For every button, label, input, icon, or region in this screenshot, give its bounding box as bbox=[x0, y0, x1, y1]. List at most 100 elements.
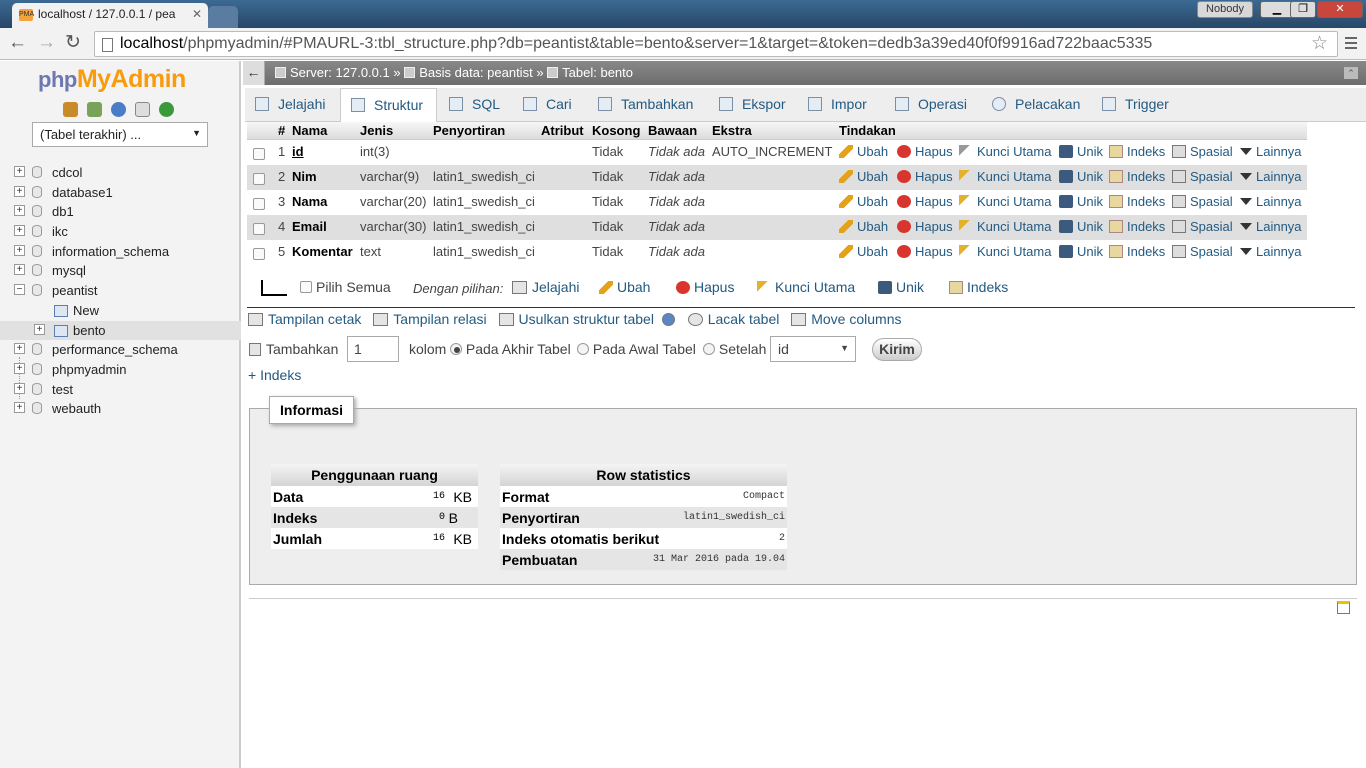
tab-import[interactable]: Impor bbox=[808, 88, 867, 122]
row-primary-button[interactable]: Kunci Utama bbox=[959, 194, 1051, 209]
after-option[interactable]: Setelah bbox=[703, 341, 766, 357]
row-more-button[interactable]: Lainnya bbox=[1240, 244, 1302, 259]
row-index-button[interactable]: Indeks bbox=[1109, 144, 1165, 159]
expand-icon[interactable]: + bbox=[34, 323, 45, 335]
column-name[interactable]: Email bbox=[292, 219, 327, 234]
tab-triggers[interactable]: Trigger bbox=[1102, 88, 1169, 122]
tab-operations[interactable]: Operasi bbox=[895, 88, 967, 122]
db-item-performance-schema[interactable]: + performance_schema bbox=[14, 340, 241, 360]
check-all-checkbox[interactable] bbox=[300, 281, 312, 293]
row-index-button[interactable]: Indeks bbox=[1109, 219, 1165, 234]
row-primary-button[interactable]: Kunci Utama bbox=[959, 169, 1051, 184]
row-primary-button[interactable]: Kunci Utama bbox=[959, 219, 1051, 234]
db-label[interactable]: mysql bbox=[52, 263, 86, 278]
row-index-button[interactable]: Indeks bbox=[1109, 169, 1165, 184]
db-label[interactable]: ikc bbox=[52, 224, 68, 239]
row-edit-button[interactable]: Ubah bbox=[839, 244, 888, 259]
db-label[interactable]: webauth bbox=[52, 401, 101, 416]
row-unique-button[interactable]: Unik bbox=[1059, 244, 1103, 259]
db-item-phpmyadmin[interactable]: + phpmyadmin bbox=[14, 360, 241, 380]
bookmark-star-icon[interactable]: ☆ bbox=[1311, 32, 1328, 55]
db-item-ikc[interactable]: + ikc bbox=[14, 222, 241, 242]
submit-button[interactable]: Kirim bbox=[872, 338, 922, 361]
address-bar[interactable]: localhost/phpmyadmin/#PMAURL-3:tbl_struc… bbox=[94, 31, 1338, 57]
table-item-bento[interactable]: + bento bbox=[0, 320, 241, 341]
breadcrumb-database[interactable]: Basis data: peantist bbox=[419, 65, 532, 80]
row-more-button[interactable]: Lainnya bbox=[1240, 194, 1302, 209]
db-label[interactable]: peantist bbox=[52, 283, 98, 298]
tab-browse[interactable]: Jelajahi bbox=[255, 88, 325, 122]
row-unique-button[interactable]: Unik bbox=[1059, 169, 1103, 184]
db-label[interactable]: database1 bbox=[52, 185, 113, 200]
db-label[interactable]: information_schema bbox=[52, 244, 169, 259]
row-primary-button[interactable]: Kunci Utama bbox=[959, 244, 1051, 259]
expand-icon[interactable]: + bbox=[14, 185, 25, 197]
add-index-link[interactable]: + Indeks bbox=[248, 367, 301, 383]
row-primary-button[interactable]: Kunci Utama bbox=[959, 144, 1051, 159]
tab-search[interactable]: Cari bbox=[523, 88, 572, 122]
phpmyadmin-logo[interactable]: phpMyAdmin bbox=[38, 65, 186, 94]
expand-icon[interactable]: + bbox=[14, 166, 25, 177]
collapse-sidebar-icon[interactable]: ← bbox=[243, 61, 265, 85]
column-name[interactable]: Nama bbox=[292, 194, 327, 209]
db-item-information-schema[interactable]: + information_schema bbox=[14, 242, 241, 262]
db-label[interactable]: cdcol bbox=[52, 165, 82, 180]
table-item-new[interactable]: New bbox=[14, 301, 241, 321]
tab-sql[interactable]: SQL bbox=[449, 88, 500, 122]
expand-icon[interactable]: + bbox=[14, 205, 25, 217]
reload-icon[interactable]: ↻ bbox=[65, 33, 81, 53]
bulk-unique-button[interactable]: Unik bbox=[878, 279, 924, 295]
relation-view-link[interactable]: Tampilan relasi bbox=[373, 311, 490, 327]
help-icon[interactable] bbox=[111, 102, 126, 118]
table-label[interactable]: bento bbox=[73, 323, 106, 338]
column-count-input[interactable]: 1 bbox=[347, 336, 399, 362]
at-begin-option[interactable]: Pada Awal Tabel bbox=[577, 341, 696, 357]
row-drop-button[interactable]: Hapus bbox=[897, 244, 953, 259]
column-name[interactable]: Nim bbox=[292, 169, 317, 184]
row-spatial-button[interactable]: Spasial bbox=[1172, 194, 1233, 209]
db-item-test[interactable]: + test bbox=[14, 380, 241, 400]
row-spatial-button[interactable]: Spasial bbox=[1172, 169, 1233, 184]
db-item-db1[interactable]: + db1 bbox=[14, 202, 241, 222]
expand-icon[interactable]: + bbox=[14, 225, 25, 237]
forward-icon[interactable]: → bbox=[37, 33, 56, 53]
logout-icon[interactable] bbox=[87, 102, 102, 118]
browser-tab[interactable]: PMA localhost / 127.0.0.1 / pea ✕ bbox=[12, 3, 208, 28]
after-column-select[interactable]: id ▼ bbox=[770, 336, 856, 362]
expand-icon[interactable]: + bbox=[14, 382, 25, 394]
column-name[interactable]: Komentar bbox=[292, 244, 353, 259]
row-edit-button[interactable]: Ubah bbox=[839, 194, 888, 209]
maximize-icon[interactable]: ❐ bbox=[1290, 1, 1316, 18]
bulk-edit-button[interactable]: Ubah bbox=[599, 279, 650, 295]
tab-tracking[interactable]: Pelacakan bbox=[992, 88, 1080, 122]
row-checkbox[interactable] bbox=[253, 248, 265, 260]
row-unique-button[interactable]: Unik bbox=[1059, 144, 1103, 159]
home-icon[interactable] bbox=[63, 102, 78, 118]
expand-icon[interactable]: + bbox=[14, 402, 25, 414]
track-table-link[interactable]: Lacak tabel bbox=[687, 311, 784, 327]
print-view-link[interactable]: Tampilan cetak bbox=[248, 311, 365, 327]
at-end-radio[interactable] bbox=[450, 343, 462, 355]
refresh-icon[interactable] bbox=[159, 102, 174, 118]
db-label[interactable]: performance_schema bbox=[52, 342, 178, 357]
expand-icon[interactable]: + bbox=[14, 264, 25, 276]
tab-insert[interactable]: Tambahkan bbox=[598, 88, 693, 122]
close-icon[interactable]: ✕ bbox=[192, 7, 202, 21]
check-all[interactable]: Pilih Semua bbox=[300, 279, 391, 295]
row-more-button[interactable]: Lainnya bbox=[1240, 219, 1302, 234]
row-checkbox[interactable] bbox=[253, 173, 265, 185]
db-label[interactable]: db1 bbox=[52, 204, 74, 219]
row-checkbox[interactable] bbox=[253, 148, 265, 160]
expand-icon[interactable]: + bbox=[14, 362, 25, 374]
db-item-mysql[interactable]: + mysql bbox=[14, 261, 241, 281]
console-icon[interactable] bbox=[1337, 601, 1350, 614]
window-close-icon[interactable]: ✕ bbox=[1317, 1, 1363, 18]
after-radio[interactable] bbox=[703, 343, 715, 355]
row-drop-button[interactable]: Hapus bbox=[897, 194, 953, 209]
row-unique-button[interactable]: Unik bbox=[1059, 219, 1103, 234]
row-index-button[interactable]: Indeks bbox=[1109, 244, 1165, 259]
row-spatial-button[interactable]: Spasial bbox=[1172, 244, 1233, 259]
row-spatial-button[interactable]: Spasial bbox=[1172, 144, 1233, 159]
recent-tables-select[interactable]: (Tabel terakhir) ... ▼ bbox=[32, 122, 208, 147]
db-item-webauth[interactable]: + webauth bbox=[14, 399, 241, 419]
